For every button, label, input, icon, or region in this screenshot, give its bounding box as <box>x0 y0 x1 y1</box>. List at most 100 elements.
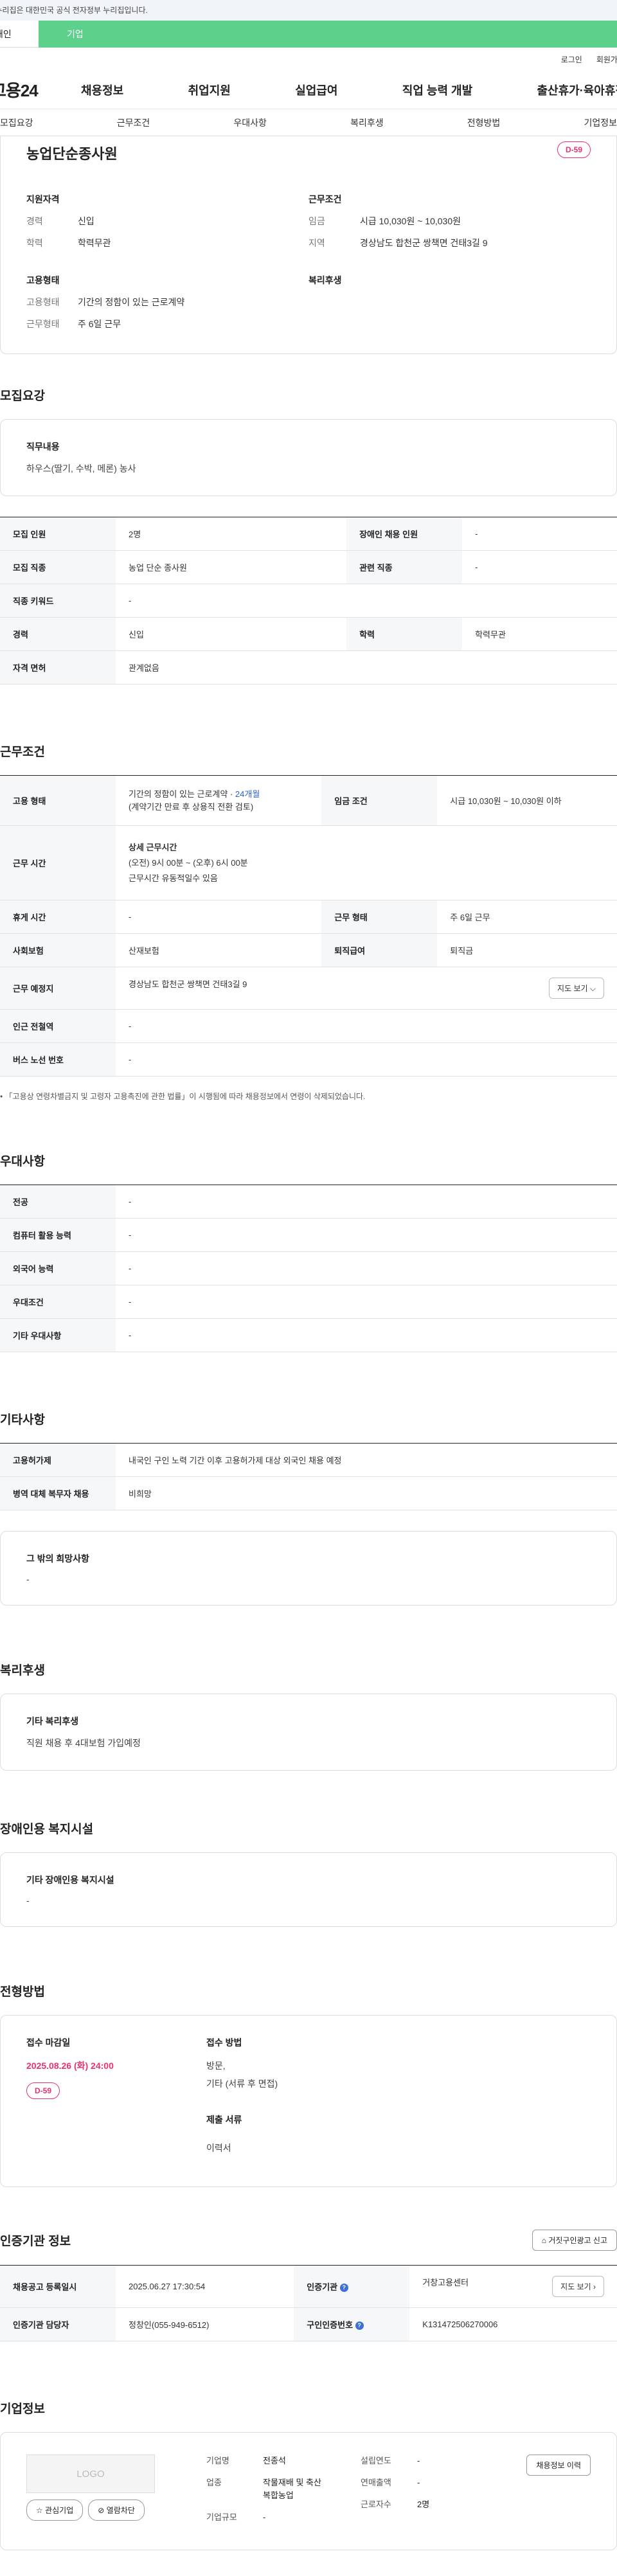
report-button-label: 거짓구인광고 신고 <box>548 2236 607 2245</box>
site-logo[interactable]: 고용24 <box>0 78 77 102</box>
nav-item-support[interactable]: 취업지원 <box>188 82 231 98</box>
page-bottom-spacer <box>0 2550 617 2576</box>
table-row: 사회보험 산재보험 퇴직급여 퇴직금 <box>0 934 617 967</box>
region-value: 경상남도 합천군 쌍책면 건태3길 9 <box>360 237 488 249</box>
industry-label: 업종 <box>206 2476 263 2502</box>
main-nav: 고용24 채용정보 취업지원 실업급여 직업 능력 개발 출산휴가·육아휴직 <box>0 71 617 109</box>
permit-value: 내국인 구인 노력 기간 이후 고용허가제 대상 외국인 채용 예정 <box>116 1444 617 1477</box>
table-row: 컴퓨터 활용 능력- <box>0 1219 617 1252</box>
subnav-conditions[interactable]: 근무조건 <box>117 116 150 129</box>
login-link[interactable]: 로그인 <box>561 54 582 65</box>
docs-value: 이력서 <box>206 2142 278 2154</box>
wage-label: 임금 <box>308 215 360 228</box>
block-icon: ⊘ <box>98 2506 106 2515</box>
table-row: 전공- <box>0 1185 617 1219</box>
disabled-facility-box-title: 기타 장애인용 복지시설 <box>26 1874 591 1886</box>
industry-value-2: 복합농업 <box>263 2491 294 2500</box>
conditions-title: 근무조건 <box>0 742 617 760</box>
map-button-label: 지도 보기 <box>557 984 588 993</box>
manager-value: 정창인(055-949-6512) <box>116 2308 294 2341</box>
agency-map-button-label: 지도 보기 <box>560 2282 591 2291</box>
table-row: 모집 인원 2명 장애인 채용 인원 - <box>0 517 617 551</box>
subnav-recruit[interactable]: 모집요강 <box>0 116 33 129</box>
section-subnav: 모집요강 근무조건 우대사항 복리후생 전형방법 기업정보 <box>0 109 617 136</box>
info-icon[interactable]: ? <box>340 2284 348 2292</box>
signup-link[interactable]: 회원가입 <box>596 54 617 65</box>
subnav-preference[interactable]: 우대사항 <box>233 116 267 129</box>
nav-item-benefit[interactable]: 실업급여 <box>295 82 337 98</box>
company-actions: 채용정보 이력 <box>526 2455 591 2524</box>
deadline-value: 2025.08.26 (화) 24:00 <box>26 2059 206 2072</box>
preference-title: 우대사항 <box>0 1152 617 1169</box>
bullet-icon: • <box>0 1092 5 1101</box>
hours-value: (오전) 9시 00분 ~ (오후) 6시 00분 <box>129 855 604 871</box>
subnav-company[interactable]: 기업정보 <box>584 116 617 129</box>
bus-value: - <box>116 1043 617 1077</box>
tab-personal-label: 개인 <box>0 29 12 39</box>
company-box: LOGO ☆ 관심기업 ⊘ 열람차단 기업명전종석 업종작물재배 및 축산복합농… <box>0 2432 617 2550</box>
subway-label: 인근 전철역 <box>0 1010 116 1043</box>
table-row: 근무 예정지 경상남도 합천군 쌍책면 건태3길 9 지도 보기 ⌵ <box>0 967 617 1010</box>
emp-form-label: 고용 형태 <box>0 776 116 826</box>
duty-title: 직무내용 <box>26 440 591 453</box>
edu-label: 학력 <box>26 237 78 249</box>
nav-item-jobs[interactable]: 채용정보 <box>81 82 123 98</box>
agency-map-button[interactable]: 지도 보기 › <box>552 2276 604 2297</box>
table-row: 고용 형태 기간의 정함이 있는 근로계약 · 24개월 (계약기간 만료 후 … <box>0 776 617 826</box>
founded-value: - <box>417 2455 420 2467</box>
table-row: 직종 키워드 - <box>0 584 617 618</box>
cert-number-label: 구인인증번호 <box>307 2320 353 2330</box>
company-logo: LOGO <box>26 2455 155 2493</box>
welfare-summary-title: 복리후생 <box>308 274 591 287</box>
break-label: 휴게 시간 <box>0 900 116 934</box>
pref-etc-value: - <box>116 1319 617 1352</box>
disabled-count-value: - <box>462 517 617 551</box>
favorite-company-button[interactable]: ☆ 관심기업 <box>26 2500 83 2521</box>
table-row: 인근 전철역 - <box>0 1010 617 1043</box>
company-size-label: 기업규모 <box>206 2511 263 2524</box>
wish-box: 그 밖의 희망사항 - <box>0 1531 617 1606</box>
method-value-1: 방문, <box>206 2059 278 2072</box>
bus-label: 버스 노선 번호 <box>0 1043 116 1077</box>
license-label: 자격 면허 <box>0 651 116 684</box>
report-button[interactable]: ⌂ 거짓구인광고 신고 <box>532 2230 617 2251</box>
subnav-welfare[interactable]: 복리후생 <box>350 116 384 129</box>
company-info-left: 기업명전종석 업종작물재배 및 축산복합농업 기업규모- <box>206 2455 361 2524</box>
conditions-table: 고용 형태 기간의 정함이 있는 근로계약 · 24개월 (계약기간 만료 후 … <box>0 775 617 1077</box>
retire-label: 퇴직급여 <box>321 934 437 967</box>
company-info-right: 설립연도- 연매출액- 근로자수2명 <box>361 2455 526 2524</box>
nav-item-training[interactable]: 직업 능력 개발 <box>402 82 472 98</box>
subway-value: - <box>116 1010 617 1043</box>
cert-agency-cell: 거창고용센터 지도 보기 › <box>409 2266 617 2308</box>
subnav-selection[interactable]: 전형방법 <box>467 116 501 129</box>
tab-personal[interactable]: 개인 <box>0 21 39 48</box>
sales-value: - <box>417 2476 420 2489</box>
career-label: 경력 <box>26 215 78 228</box>
edu-value: 학력무관 <box>78 237 111 249</box>
table-row: 자격 면허 관계없음 <box>0 651 617 684</box>
pref-cond-value: - <box>116 1285 617 1319</box>
block-view-button[interactable]: ⊘ 열람차단 <box>88 2500 145 2521</box>
cert-agency-value: 거창고용센터 <box>422 2278 469 2287</box>
chevron-down-icon: ⌵ <box>590 984 596 993</box>
hours-note: 근무시간 유동적일수 있음 <box>129 871 604 886</box>
info-icon[interactable]: ? <box>355 2321 364 2330</box>
other-table: 고용허가제내국인 구인 노력 기간 이후 고용허가제 대상 외국인 채용 예정 … <box>0 1443 617 1510</box>
company-title: 기업정보 <box>0 2399 617 2417</box>
recruit-count-label: 모집 인원 <box>0 517 116 551</box>
table-row: 우대조건- <box>0 1285 617 1319</box>
hours-cell: 상세 근무시간 (오전) 9시 00분 ~ (오후) 6시 00분 근무시간 유… <box>116 826 617 900</box>
hours-title: 상세 근무시간 <box>129 840 604 855</box>
report-icon: ⌂ <box>542 2236 549 2245</box>
map-button[interactable]: 지도 보기 ⌵ <box>549 978 604 999</box>
method-title: 접수 방법 <box>206 2036 278 2049</box>
tab-company[interactable]: 기업 <box>39 21 617 48</box>
recruit-career-label: 경력 <box>0 618 116 651</box>
chevron-right-icon: › <box>593 2282 596 2291</box>
history-button[interactable]: 채용정보 이력 <box>526 2455 591 2476</box>
wage-cond-value: 시급 10,030원 ~ 10,030원 이하 <box>437 776 617 826</box>
selection-box: 접수 마감일 2025.08.26 (화) 24:00 D-59 접수 방법 방… <box>0 2015 617 2187</box>
military-label: 병역 대체 복무자 채용 <box>0 1477 116 1510</box>
nav-item-leave[interactable]: 출산휴가·육아휴직 <box>537 82 617 98</box>
recruit-job-label: 모집 직종 <box>0 551 116 584</box>
